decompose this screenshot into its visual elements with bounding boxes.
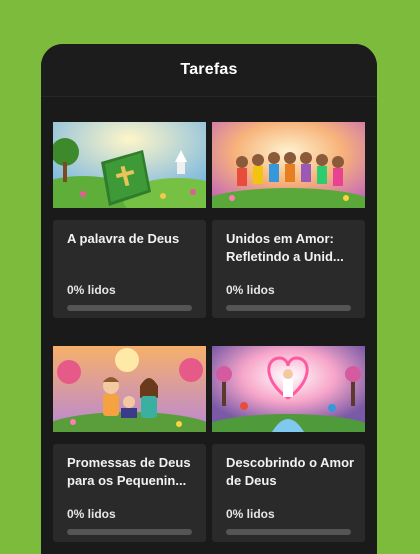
task-card-body: Promessas de Deus para os Pequenin... 0%… (53, 444, 206, 542)
task-card-body: A palavra de Deus 0% lidos (53, 220, 206, 318)
task-card-body: Descobrindo o Amor de Deus 0% lidos (212, 444, 365, 542)
app-screen: Tarefas A palavra de Deus 0% lidos Unido… (41, 44, 377, 554)
task-card[interactable]: Promessas de Deus para os Pequenin... 0%… (53, 346, 206, 542)
task-title: Promessas de Deus para os Pequenin... (67, 455, 191, 488)
heart-light-illustration (212, 346, 365, 432)
task-card[interactable]: Descobrindo o Amor de Deus 0% lidos (212, 346, 365, 542)
progress-bar (67, 305, 192, 311)
bible-illustration (53, 122, 206, 208)
page-title: Tarefas (41, 44, 377, 97)
progress-bar (226, 305, 351, 311)
progress-label: 0% lidos (226, 283, 275, 297)
progress-label: 0% lidos (67, 283, 116, 297)
family-reading-illustration (53, 346, 206, 432)
task-card[interactable]: Unidos em Amor: Refletindo a Unid... 0% … (212, 122, 365, 318)
task-card[interactable]: A palavra de Deus 0% lidos (53, 122, 206, 318)
progress-bar (67, 529, 192, 535)
task-card-body: Unidos em Amor: Refletindo a Unid... 0% … (212, 220, 365, 318)
progress-bar (226, 529, 351, 535)
progress-label: 0% lidos (226, 507, 275, 521)
task-title: Unidos em Amor: Refletindo a Unid... (226, 231, 344, 264)
task-title: Descobrindo o Amor de Deus (226, 455, 355, 488)
progress-label: 0% lidos (67, 507, 116, 521)
task-title: A palavra de Deus (67, 231, 180, 246)
children-circle-illustration (212, 122, 365, 208)
